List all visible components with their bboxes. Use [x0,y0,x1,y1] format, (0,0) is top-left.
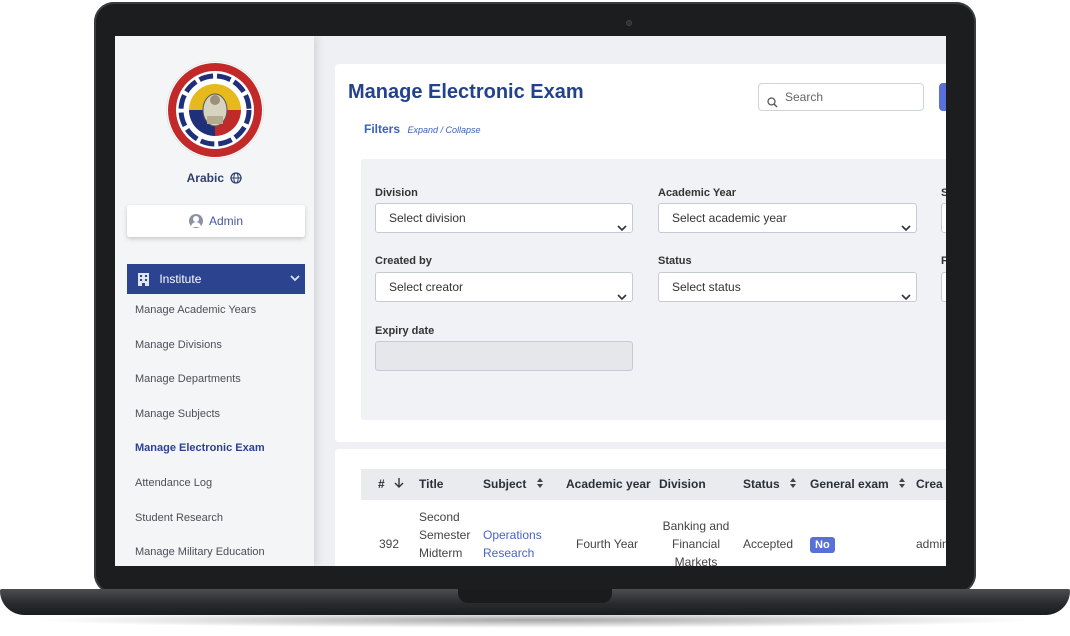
cell-id: 392 [379,537,400,551]
sidebar-section-institute[interactable]: Institute [127,264,305,294]
third-column-top-label: S [941,187,946,199]
column-header-title[interactable]: Title [419,469,443,500]
sidebar-item-subjects[interactable]: Manage Subjects [135,402,305,437]
sidebar-item-military-education[interactable]: Manage Military Education [135,540,305,566]
expand-collapse-link[interactable]: Expand / Collapse [407,125,480,135]
building-icon [137,267,150,297]
cell-division-line: Financial [671,537,721,551]
laptop-notch [458,589,612,603]
column-header-id[interactable]: # [378,469,404,500]
division-select[interactable]: Select division [375,203,633,233]
cell-division: Banking and Financial Markets [657,517,735,566]
table-header: # Title Subject Academic year Division S… [361,469,946,500]
column-header-status-label: Status [743,477,780,491]
cell-title-line: Semester [419,528,471,542]
search-input[interactable]: Search [758,83,924,111]
column-header-general-exam-label: General exam [810,477,889,491]
chevron-down-icon [901,283,911,311]
page-title: Manage Electronic Exam [348,81,584,103]
cell-title-line: Second [419,510,460,524]
sidebar-item-student-research[interactable]: Student Research [135,506,305,541]
sidebar-item-electronic-exam[interactable]: Manage Electronic Exam [135,436,305,471]
column-header-general-exam[interactable]: General exam [810,469,906,500]
status-select[interactable]: Select status [658,272,917,302]
filters-panel: Manage Electronic Exam Search Filters Ex… [335,64,946,442]
sidebar-section-label: Institute [159,272,202,286]
filters-label: Filters [364,122,401,136]
cell-academic-year: Fourth Year [576,537,639,551]
column-header-academic-year[interactable]: Academic year [566,469,651,500]
sort-icon [536,470,544,501]
sidebar-item-divisions[interactable]: Manage Divisions [135,333,305,368]
search-icon [767,91,778,117]
created-by-select[interactable]: Select creator [375,272,633,302]
cell-subject-link[interactable]: Operations Research [483,526,542,562]
cell-division-line: Banking and [662,519,730,533]
camera-dot [626,20,632,26]
filters-toggle[interactable]: Filters Expand / Collapse [364,120,481,138]
column-header-subject[interactable]: Subject [483,469,544,500]
filter-form: Division Select division Academic Year S… [361,159,946,420]
add-button[interactable] [939,83,946,111]
division-select-value: Select division [389,211,466,225]
sort-icon [789,470,797,501]
language-label: Arabic [186,171,224,185]
status-select-value: Select status [672,280,741,294]
sidebar-item-academic-years[interactable]: Manage Academic Years [135,298,305,333]
expiry-date-input[interactable] [375,341,633,371]
column-header-status[interactable]: Status [743,469,797,500]
chevron-down-icon [617,283,627,311]
cell-title: Second Semester Midterm [419,508,470,562]
user-name: Admin [208,214,243,228]
sort-arrow-down-icon [394,470,404,501]
column-header-id-label: # [378,477,385,491]
third-column-mid-label: F [941,255,946,267]
exam-table-panel: # Title Subject Academic year Division S… [335,449,946,566]
chevron-down-icon [617,214,627,242]
column-header-subject-label: Subject [483,477,527,491]
user-avatar-icon [188,214,203,228]
user-card[interactable]: Admin [127,205,305,237]
created-by-select-value: Select creator [389,280,464,294]
created-by-label: Created by [375,255,432,267]
sort-icon [898,470,906,501]
division-label: Division [375,187,418,199]
search-placeholder: Search [785,90,824,104]
cell-created-by: admin [916,537,946,551]
cell-title-line: Midterm [419,546,463,560]
sidebar-item-attendance-log[interactable]: Attendance Log [135,471,305,506]
column-header-created-by[interactable]: Crea [916,469,943,500]
globe-icon [230,172,242,187]
chevron-down-icon [901,214,911,242]
expiry-date-label: Expiry date [375,325,435,337]
sidebar-menu: Manage Academic Years Manage Divisions M… [135,298,305,566]
cell-division-line: Markets [674,555,718,566]
sidebar-item-departments[interactable]: Manage Departments [135,367,305,402]
main-content: Manage Electronic Exam Search Filters Ex… [314,36,946,566]
general-exam-badge: No [810,537,835,553]
language-switch[interactable]: Arabic [115,171,314,187]
academic-year-select-value: Select academic year [672,211,787,225]
status-label: Status [658,255,692,267]
cell-subject-line: Operations [483,528,542,542]
screen: Arabic Admin Institute Manage Academic Y… [115,36,946,566]
academic-year-label: Academic Year [658,187,737,199]
cell-status: Accepted [743,537,794,551]
third-column-mid-select[interactable] [941,272,946,302]
third-column-top-select[interactable] [941,203,946,233]
column-header-division[interactable]: Division [659,469,706,500]
institute-logo [167,62,263,158]
academic-year-select[interactable]: Select academic year [658,203,917,233]
sidebar: Arabic Admin Institute Manage Academic Y… [115,36,314,566]
cell-subject-line: Research [483,546,535,560]
